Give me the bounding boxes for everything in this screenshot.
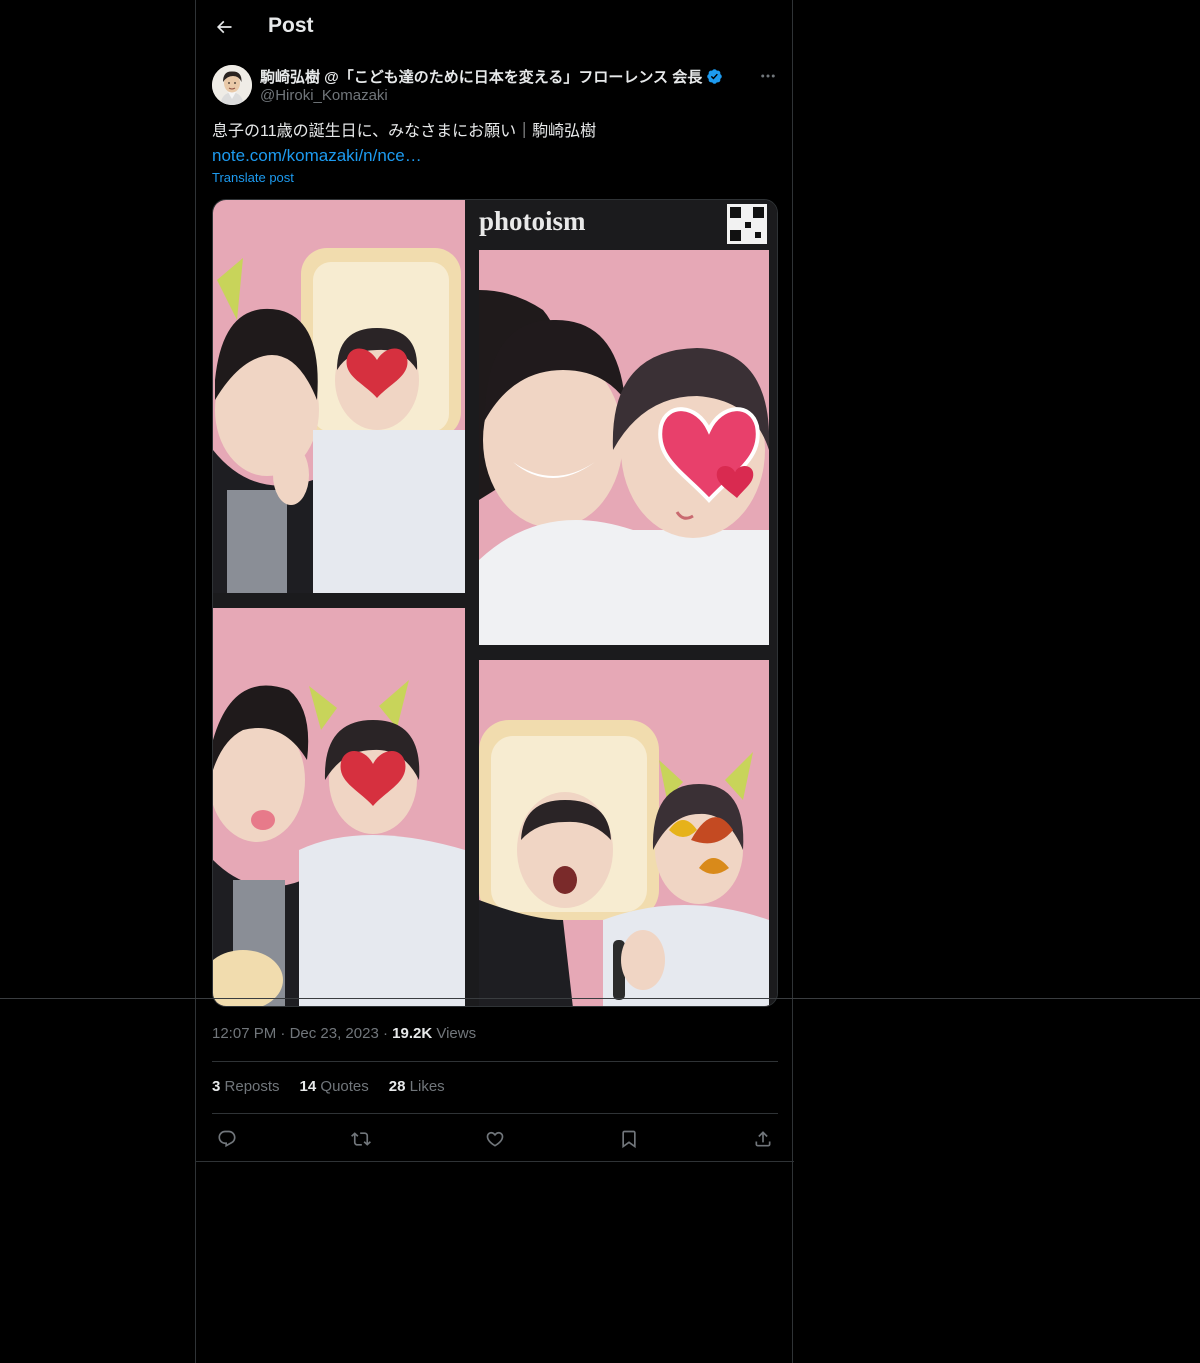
photo-panel-2: photoism	[465, 200, 777, 645]
reply-icon	[218, 1130, 236, 1148]
share-icon	[755, 1131, 771, 1147]
post-stats: 3 Reposts 14 Quotes 28 Likes	[212, 1078, 445, 1095]
arrow-left-icon	[216, 20, 232, 34]
divider	[212, 1061, 778, 1062]
photoism-logo: photoism	[479, 206, 586, 236]
like-button[interactable]	[482, 1126, 508, 1152]
author-name[interactable]: 駒崎弘樹 @「こども達のために日本を変える」フローレンス 会長	[260, 66, 723, 87]
likes-stat[interactable]: 28 Likes	[389, 1078, 445, 1095]
repost-button[interactable]	[348, 1126, 374, 1152]
reposts-label: Reposts	[224, 1078, 280, 1095]
action-bar	[212, 1124, 778, 1154]
post-header: Post	[196, 0, 794, 54]
post-link[interactable]: note.com/komazaki/n/nce…	[212, 144, 422, 168]
reposts-stat[interactable]: 3 Reposts	[212, 1078, 280, 1095]
repost-icon	[351, 1132, 371, 1146]
share-button[interactable]	[750, 1126, 776, 1152]
meta-separator: ·	[382, 1025, 393, 1042]
divider	[212, 1113, 778, 1114]
divider	[196, 1161, 794, 1162]
post-time[interactable]: 12:07 PM	[212, 1025, 276, 1042]
post-text: 息子の11歳の誕生日に、みなさまにお願い｜駒崎弘樹	[212, 123, 597, 140]
photo-panel-4	[479, 660, 769, 1006]
post-date[interactable]: Dec 23, 2023	[290, 1025, 379, 1042]
views-count: 19.2K	[392, 1025, 433, 1042]
post-media[interactable]: photoism	[212, 199, 778, 1007]
photo-panel-3	[213, 608, 465, 1006]
views-label: Views	[436, 1025, 477, 1042]
meta-separator: ·	[280, 1025, 290, 1042]
quotes-stat[interactable]: 14 Quotes	[300, 1078, 369, 1095]
author-name-text: 駒崎弘樹 @「こども達のために日本を変える」フローレンス 会長	[260, 69, 703, 86]
avatar[interactable]	[212, 65, 252, 105]
reply-button[interactable]	[214, 1126, 240, 1152]
verified-badge-icon	[707, 69, 722, 84]
more-button[interactable]	[756, 64, 780, 88]
heart-icon	[486, 1131, 504, 1147]
likes-count: 28	[388, 1078, 406, 1095]
author-handle[interactable]: @Hiroki_Komazaki	[260, 87, 388, 104]
bookmark-icon	[622, 1130, 636, 1149]
divider	[0, 998, 1200, 999]
photo-panel-1	[213, 200, 465, 593]
post-column: Post 駒崎弘樹 @「こども達のために日本を変える」フローレンス 会長 @Hi…	[195, 0, 794, 1363]
quotes-count: 14	[299, 1078, 317, 1095]
more-horizontal-icon	[761, 74, 775, 78]
quotes-label: Quotes	[320, 1078, 369, 1095]
bookmark-button[interactable]	[616, 1126, 642, 1152]
post-meta: 12:07 PM · Dec 23, 2023 · 19.2K Views	[212, 1025, 476, 1042]
page-title: Post	[268, 14, 314, 37]
back-button[interactable]	[208, 11, 240, 43]
translate-post-link[interactable]: Translate post	[212, 170, 294, 185]
avatar-image	[212, 65, 252, 105]
photo-strip-image: photoism	[213, 200, 777, 1006]
reposts-count: 3	[212, 1078, 221, 1095]
likes-label: Likes	[409, 1078, 445, 1095]
